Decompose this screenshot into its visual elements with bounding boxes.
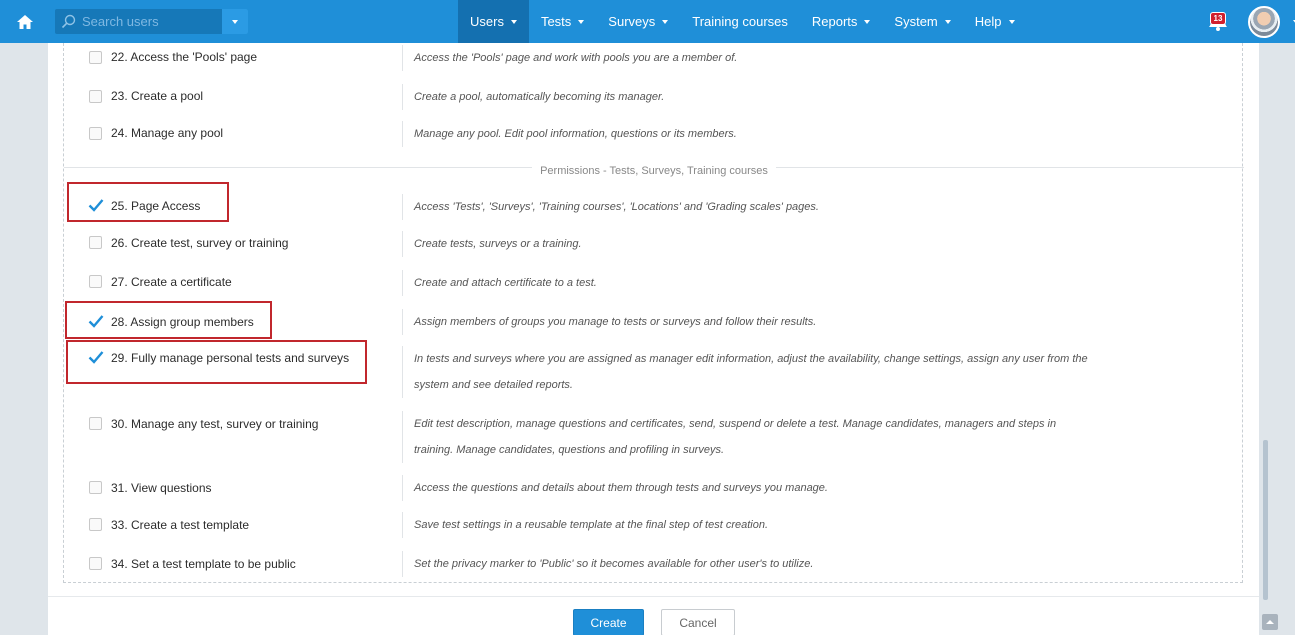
menu-surveys[interactable]: Surveys bbox=[596, 0, 680, 43]
permission-description-line-2: training. Manage candidates, questions a… bbox=[414, 444, 725, 456]
permission-checkbox-31[interactable] bbox=[89, 481, 102, 494]
chevron-up-icon bbox=[1266, 620, 1274, 624]
menu-users[interactable]: Users bbox=[458, 0, 529, 43]
chevron-down-icon bbox=[510, 19, 517, 24]
search-icon bbox=[61, 14, 76, 29]
permission-description: Manage any pool. Edit pool information, … bbox=[414, 128, 737, 140]
permission-description: Create tests, surveys or a training. bbox=[414, 238, 582, 250]
permission-description: Save test settings in a reusable templat… bbox=[414, 519, 769, 531]
chevron-down-icon bbox=[864, 19, 871, 24]
highlight-box bbox=[67, 182, 229, 222]
permissions-panel: 22. Access the 'Pools' page Access the '… bbox=[48, 43, 1259, 635]
search-users-box[interactable]: Search users bbox=[55, 9, 248, 34]
scroll-to-top-button[interactable] bbox=[1262, 614, 1278, 630]
permission-description: In tests and surveys where you are assig… bbox=[414, 353, 1088, 365]
permission-description: Edit test description, manage questions … bbox=[414, 418, 1057, 430]
permission-label: 23. Create a pool bbox=[111, 89, 204, 103]
chevron-down-icon bbox=[944, 19, 951, 24]
permissions-table: 22. Access the 'Pools' page Access the '… bbox=[63, 43, 1244, 583]
menu-tests[interactable]: Tests bbox=[529, 0, 596, 43]
chevron-down-icon bbox=[578, 19, 585, 24]
avatar[interactable] bbox=[1248, 6, 1280, 38]
cancel-button[interactable]: Cancel bbox=[661, 609, 735, 635]
permission-description: Access the questions and details about t… bbox=[414, 482, 828, 494]
permission-checkbox-22[interactable] bbox=[89, 51, 102, 64]
home-icon bbox=[16, 15, 33, 29]
permission-description: Access 'Tests', 'Surveys', 'Training cou… bbox=[414, 201, 819, 213]
permission-description-line-2: system and see detailed reports. bbox=[414, 379, 573, 391]
permission-description: Assign members of groups you manage to t… bbox=[414, 316, 817, 328]
permission-checkbox-24[interactable] bbox=[89, 127, 102, 140]
create-button[interactable]: Create bbox=[573, 609, 644, 635]
permission-description: Create and attach certificate to a test. bbox=[414, 277, 597, 289]
chevron-down-icon bbox=[1008, 19, 1015, 24]
permission-label: 33. Create a test template bbox=[111, 518, 250, 532]
permission-checkbox-23[interactable] bbox=[89, 90, 102, 103]
notification-count-badge: 13 bbox=[1210, 12, 1226, 25]
permission-label: 30. Manage any test, survey or training bbox=[111, 417, 319, 431]
menu-users-label: Users bbox=[470, 14, 504, 29]
chevron-down-icon bbox=[232, 19, 238, 24]
menu-system-label: System bbox=[894, 14, 938, 29]
menu-reports[interactable]: Reports bbox=[800, 0, 883, 43]
menu-training-courses[interactable]: Training courses bbox=[680, 0, 800, 43]
permission-label: 31. View questions bbox=[111, 481, 212, 495]
section-title: Permissions - Tests, Surveys, Training c… bbox=[532, 165, 776, 177]
footer-divider bbox=[48, 596, 1259, 597]
permission-checkbox-30[interactable] bbox=[89, 417, 102, 430]
chevron-down-icon bbox=[662, 19, 669, 24]
permission-description: Set the privacy marker to 'Public' so it… bbox=[414, 558, 814, 570]
permission-label: 27. Create a certificate bbox=[111, 275, 232, 289]
menu-system[interactable]: System bbox=[882, 0, 962, 43]
menu-surveys-label: Surveys bbox=[608, 14, 656, 29]
permission-label: 22. Access the 'Pools' page bbox=[111, 50, 258, 64]
highlight-box bbox=[66, 340, 367, 384]
menu-tests-label: Tests bbox=[540, 14, 572, 29]
permission-checkbox-26[interactable] bbox=[89, 236, 102, 249]
home-button[interactable] bbox=[0, 8, 49, 36]
highlight-box bbox=[65, 301, 272, 339]
search-filter-dropdown[interactable] bbox=[222, 9, 248, 34]
permission-description: Create a pool, automatically becoming it… bbox=[414, 91, 665, 103]
permission-checkbox-34[interactable] bbox=[89, 557, 102, 570]
permission-description: Access the 'Pools' page and work with po… bbox=[414, 52, 738, 64]
permission-checkbox-33[interactable] bbox=[89, 518, 102, 531]
menu-training-courses-label: Training courses bbox=[692, 14, 788, 29]
permission-label: 26. Create test, survey or training bbox=[111, 236, 289, 250]
scrollbar-thumb[interactable] bbox=[1263, 440, 1268, 600]
main-menu: Users Tests Surveys Training courses Rep… bbox=[458, 0, 1027, 43]
permission-label: 24. Manage any pool bbox=[111, 126, 224, 140]
menu-help[interactable]: Help bbox=[963, 0, 1027, 43]
search-input[interactable]: Search users bbox=[82, 14, 159, 29]
permission-checkbox-27[interactable] bbox=[89, 275, 102, 288]
menu-reports-label: Reports bbox=[811, 14, 858, 29]
menu-help-label: Help bbox=[974, 14, 1002, 29]
permission-label: 34. Set a test template to be public bbox=[111, 557, 296, 571]
top-navigation-bar: Search users Users Tests Surveys Trainin… bbox=[0, 0, 1295, 43]
